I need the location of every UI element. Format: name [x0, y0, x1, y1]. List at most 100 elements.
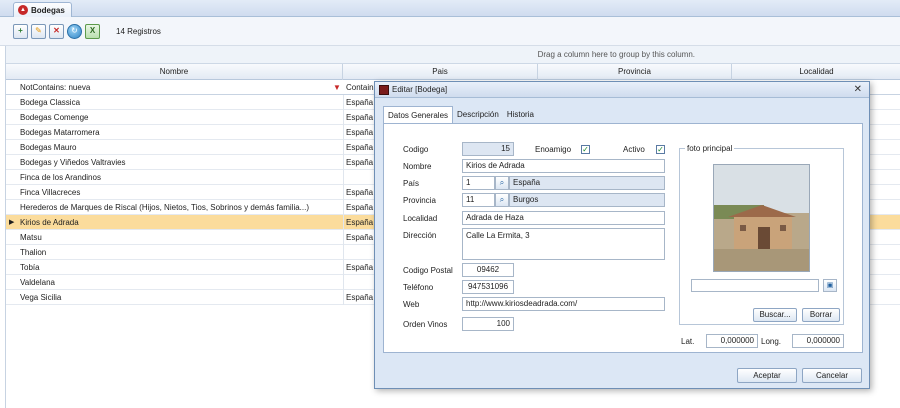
web-field[interactable]: http://www.kiriosdeadrada.com/: [462, 297, 665, 311]
aceptar-button[interactable]: Aceptar: [737, 368, 797, 383]
foto-principal-group: foto principal ▣ Buscar... Borrar: [679, 143, 844, 325]
nombre-label: Nombre: [403, 162, 432, 171]
record-count: 14 Registros: [116, 26, 161, 36]
refresh-icon: ↻: [71, 26, 78, 35]
codigo-postal-label: Codigo Postal: [403, 266, 453, 275]
codigo-label: Codigo: [403, 145, 429, 154]
delete-icon: ✕: [53, 26, 60, 35]
dialog-footer: Aceptar Cancelar: [375, 358, 869, 388]
cell-pais[interactable]: España: [346, 185, 373, 200]
cell-pais[interactable]: España: [346, 125, 373, 140]
cell-nombre[interactable]: Finca de los Arandinos: [20, 170, 343, 185]
pais-label: País: [403, 179, 420, 188]
cell-nombre[interactable]: Thalion: [20, 245, 343, 260]
edit-record-button[interactable]: ✎: [31, 23, 46, 39]
telefono-label: Teléfono: [403, 283, 434, 292]
column-header-nombre[interactable]: Nombre: [6, 64, 343, 80]
localidad-field[interactable]: Adrada de Haza: [462, 211, 665, 225]
dialog-titlebar[interactable]: Editar [Bodega]: [375, 82, 869, 98]
direccion-label: Dirección: [403, 231, 437, 240]
cancelar-button[interactable]: Cancelar: [802, 368, 862, 383]
longitude-label: Long.: [761, 337, 782, 346]
pais-name-field: España: [509, 176, 665, 190]
filter-cell-nombre[interactable]: NotContains: nueva: [6, 80, 343, 95]
activo-checkbox[interactable]: ✓: [656, 145, 665, 154]
column-divider: [343, 95, 344, 305]
cell-nombre[interactable]: Vega Sicilia: [20, 290, 343, 305]
check-icon: ✓: [657, 145, 664, 154]
tab-historia[interactable]: Historia: [503, 106, 538, 123]
provincia-label: Provincia: [403, 196, 436, 205]
cell-pais[interactable]: España: [346, 140, 373, 155]
column-header-pais[interactable]: Pais: [343, 64, 538, 80]
add-icon: +: [18, 26, 23, 35]
web-label: Web: [403, 300, 420, 309]
cell-pais[interactable]: España: [346, 230, 373, 245]
document-tab-label: Bodegas: [31, 5, 65, 15]
cell-nombre[interactable]: Bodegas Mauro: [20, 140, 343, 155]
cell-nombre[interactable]: Bodegas y Viñedos Valtravies: [20, 155, 343, 170]
cell-nombre[interactable]: Bodegas Matarromera: [20, 125, 343, 140]
document-tabstrip: ▲ Bodegas: [0, 0, 900, 17]
group-by-panel[interactable]: Drag a column here to group by this colu…: [6, 46, 900, 64]
winery-photo: [713, 164, 810, 272]
activo-label: Activo: [623, 145, 645, 154]
direccion-textarea[interactable]: Calle La Ermita, 3: [462, 228, 665, 260]
provincia-name-field: Burgos: [509, 193, 665, 207]
codigo-field: 15: [462, 142, 514, 156]
codigo-postal-field[interactable]: 09462: [462, 263, 514, 277]
dialog-app-icon: [379, 84, 389, 95]
new-record-button[interactable]: +: [13, 23, 28, 39]
cell-nombre[interactable]: Herederos de Marques de Riscal (Hijos, N…: [20, 200, 343, 215]
cell-nombre[interactable]: Tobía: [20, 260, 343, 275]
tab-descripcion[interactable]: Descripción: [453, 106, 503, 123]
cell-pais[interactable]: España: [346, 215, 373, 230]
foto-principal-legend: foto principal: [685, 143, 735, 154]
cell-nombre[interactable]: Bodega Classica: [20, 95, 343, 110]
cell-nombre[interactable]: Finca Villacreces: [20, 185, 343, 200]
cell-pais[interactable]: España: [346, 95, 373, 110]
provincia-id-field[interactable]: 11: [462, 193, 495, 207]
column-header-localidad[interactable]: Localidad: [732, 64, 900, 80]
enoamigo-label: Enoamigo: [535, 145, 572, 154]
close-icon[interactable]: ✕: [854, 84, 862, 96]
photo-path-field[interactable]: [691, 279, 819, 292]
export-excel-button[interactable]: X: [85, 23, 100, 39]
pais-id-field[interactable]: 1: [462, 176, 495, 190]
provincia-lookup-button[interactable]: ⌕: [495, 193, 509, 207]
open-image-icon[interactable]: ▣: [823, 279, 837, 292]
excel-icon: X: [89, 26, 96, 35]
cell-pais[interactable]: España: [346, 110, 373, 125]
pais-lookup-button[interactable]: ⌕: [495, 176, 509, 190]
borrar-button[interactable]: Borrar: [802, 308, 840, 322]
latitude-field[interactable]: 0,000000: [706, 334, 758, 348]
tab-datos-generales[interactable]: Datos Generales: [383, 106, 454, 123]
dialog-tabs: Datos Generales Descripción Historia: [383, 106, 538, 123]
winery-photo-image: [714, 165, 809, 271]
nombre-field[interactable]: Kirios de Adrada: [462, 159, 665, 173]
pencil-icon: ✎: [35, 26, 42, 35]
cell-nombre[interactable]: Valdelana: [20, 275, 343, 290]
telefono-field[interactable]: 947531096: [462, 280, 514, 294]
app-logo-icon: ▲: [18, 5, 28, 15]
document-tab-bodegas[interactable]: ▲ Bodegas: [13, 2, 72, 17]
filter-icon[interactable]: ▼: [333, 83, 342, 92]
cell-pais[interactable]: España: [346, 155, 373, 170]
cell-nombre[interactable]: Kirios de Adrada: [20, 215, 343, 230]
enoamigo-checkbox[interactable]: ✓: [581, 145, 590, 154]
buscar-button[interactable]: Buscar...: [753, 308, 797, 322]
edit-bodega-dialog: Editar [Bodega] ✕ Datos Generales Descri…: [374, 81, 870, 389]
search-icon: ⌕: [499, 195, 505, 204]
cell-nombre[interactable]: Bodegas Comenge: [20, 110, 343, 125]
longitude-field[interactable]: 0,000000: [792, 334, 844, 348]
datos-generales-panel: Codigo 15 Enoamigo ✓ Activo ✓ Nombre Kir…: [383, 123, 863, 353]
orden-vinos-field[interactable]: 100: [462, 317, 514, 331]
current-row-marker-icon: ▶: [9, 219, 15, 226]
cell-pais[interactable]: España: [346, 200, 373, 215]
cell-nombre[interactable]: Matsu: [20, 230, 343, 245]
column-header-provincia[interactable]: Provincia: [538, 64, 732, 80]
refresh-button[interactable]: ↻: [67, 23, 82, 39]
delete-record-button[interactable]: ✕: [49, 23, 64, 39]
cell-pais[interactable]: España: [346, 290, 373, 305]
cell-pais[interactable]: España: [346, 260, 373, 275]
